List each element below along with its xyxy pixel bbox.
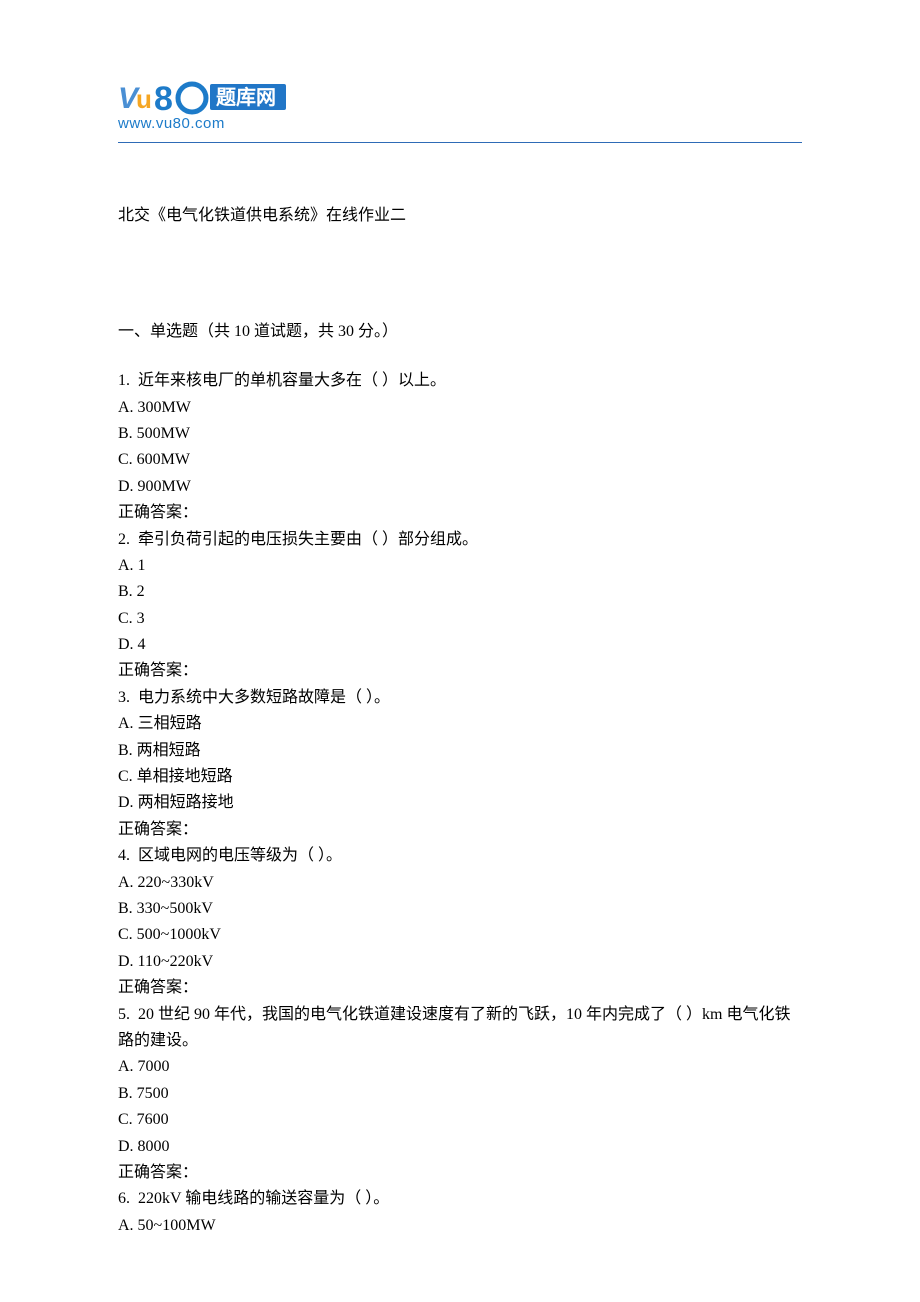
option-a: A. 220~330kV [118, 870, 802, 896]
option-b: B. 2 [118, 579, 802, 605]
answer-label: 正确答案： [118, 500, 802, 526]
question-text: 3. 电力系统中大多数短路故障是（ ）。 [118, 685, 802, 711]
question-text: 4. 区域电网的电压等级为（ ）。 [118, 843, 802, 869]
question-text: 6. 220kV 输电线路的输送容量为（ ）。 [118, 1186, 802, 1212]
option-a: A. 50~100MW [118, 1213, 802, 1239]
option-d: D. 110~220kV [118, 949, 802, 975]
question-5: 5. 20 世纪 90 年代，我国的电气化铁道建设速度有了新的飞跃，10 年内完… [118, 1002, 802, 1187]
option-d: D. 两相短路接地 [118, 790, 802, 816]
svg-text:u: u [136, 84, 152, 114]
svg-text:8: 8 [154, 80, 172, 118]
answer-label: 正确答案： [118, 975, 802, 1001]
question-3: 3. 电力系统中大多数短路故障是（ ）。 A. 三相短路 B. 两相短路 C. … [118, 685, 802, 843]
question-1: 1. 近年来核电厂的单机容量大多在（ ）以上。 A. 300MW B. 500M… [118, 368, 802, 526]
site-logo: V u 8 题库网 www.vu80.com [118, 78, 802, 136]
option-a: A. 300MW [118, 395, 802, 421]
question-2: 2. 牵引负荷引起的电压损失主要由（ ）部分组成。 A. 1 B. 2 C. 3… [118, 527, 802, 685]
question-text: 1. 近年来核电厂的单机容量大多在（ ）以上。 [118, 368, 802, 394]
option-d: D. 8000 [118, 1134, 802, 1160]
option-c: C. 单相接地短路 [118, 764, 802, 790]
answer-label: 正确答案： [118, 658, 802, 684]
option-b: B. 两相短路 [118, 738, 802, 764]
question-text: 5. 20 世纪 90 年代，我国的电气化铁道建设速度有了新的飞跃，10 年内完… [118, 1002, 802, 1055]
question-4: 4. 区域电网的电压等级为（ ）。 A. 220~330kV B. 330~50… [118, 843, 802, 1001]
logo-subtitle: 题库网 [216, 85, 276, 109]
option-d: D. 4 [118, 632, 802, 658]
option-a: A. 7000 [118, 1054, 802, 1080]
option-c: C. 7600 [118, 1107, 802, 1133]
option-c: C. 600MW [118, 447, 802, 473]
logo-svg: V u 8 题库网 www.vu80.com [118, 78, 306, 136]
answer-label: 正确答案： [118, 1160, 802, 1186]
option-a: A. 三相短路 [118, 711, 802, 737]
option-c: C. 3 [118, 606, 802, 632]
answer-label: 正确答案： [118, 817, 802, 843]
option-b: B. 330~500kV [118, 896, 802, 922]
option-b: B. 7500 [118, 1081, 802, 1107]
question-6: 6. 220kV 输电线路的输送容量为（ ）。 A. 50~100MW [118, 1186, 802, 1239]
option-d: D. 900MW [118, 474, 802, 500]
document-title: 北交《电气化铁道供电系统》在线作业二 [118, 203, 802, 229]
question-text: 2. 牵引负荷引起的电压损失主要由（ ）部分组成。 [118, 527, 802, 553]
option-c: C. 500~1000kV [118, 922, 802, 948]
option-a: A. 1 [118, 553, 802, 579]
header-underline [118, 142, 802, 143]
option-b: B. 500MW [118, 421, 802, 447]
section-title: 一、单选题（共 10 道试题，共 30 分。） [118, 319, 802, 345]
logo-url: www.vu80.com [118, 115, 225, 132]
